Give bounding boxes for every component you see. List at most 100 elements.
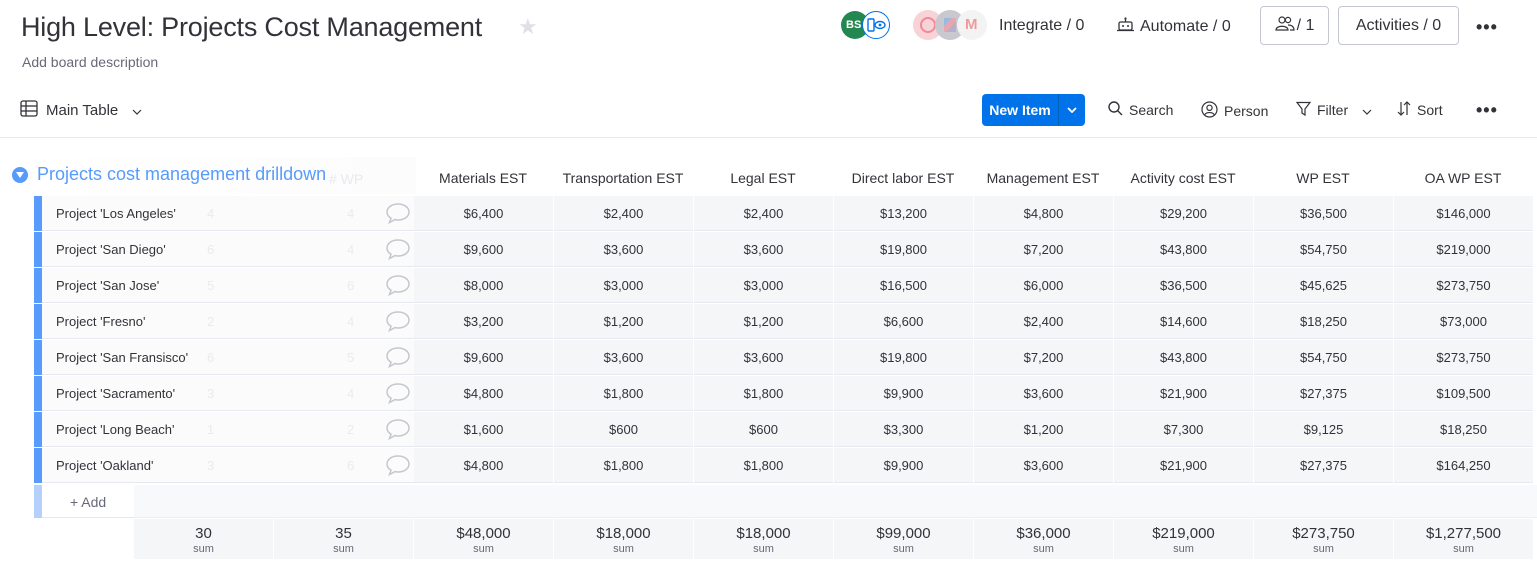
number-cell[interactable]: $27,375 xyxy=(1254,376,1393,411)
number-cell[interactable]: $109,500 xyxy=(1394,376,1533,411)
number-cell[interactable]: $4,800 xyxy=(414,376,553,411)
number-cell[interactable]: $13,200 xyxy=(834,196,973,231)
column-header[interactable]: WP EST xyxy=(1253,170,1393,186)
integrate-button[interactable]: Integrate / 0 xyxy=(999,17,1084,35)
number-cell[interactable]: $43,800 xyxy=(1114,232,1253,267)
add-item-cell[interactable]: + Add xyxy=(42,485,134,518)
column-header[interactable]: OA WP EST xyxy=(1393,170,1533,186)
number-cell[interactable]: $2,400 xyxy=(694,196,833,231)
number-cell[interactable]: $21,900 xyxy=(1114,376,1253,411)
comment-icon[interactable] xyxy=(385,310,411,337)
item-name-cell[interactable]: Project 'Long Beach' 1 2 xyxy=(42,412,416,447)
column-header[interactable]: Transportation EST xyxy=(553,170,693,186)
group-title[interactable]: Projects cost management drilldown xyxy=(37,164,326,185)
number-cell[interactable]: $27,375 xyxy=(1254,448,1393,483)
comment-icon[interactable] xyxy=(385,202,411,229)
add-item-row[interactable]: + Add xyxy=(34,485,1537,518)
number-cell[interactable]: $8,000 xyxy=(414,268,553,303)
item-name-cell[interactable]: Project 'Oakland' 3 6 xyxy=(42,448,416,483)
number-cell[interactable]: $1,200 xyxy=(554,304,693,339)
number-cell[interactable]: $3,600 xyxy=(554,232,693,267)
board-more-icon[interactable]: ••• xyxy=(1476,18,1498,36)
column-header[interactable]: Activity cost EST xyxy=(1113,170,1253,186)
number-cell[interactable]: $6,000 xyxy=(974,268,1113,303)
number-cell[interactable]: $29,200 xyxy=(1114,196,1253,231)
new-item-button[interactable]: New Item xyxy=(982,94,1085,126)
toolbar-more-icon[interactable]: ••• xyxy=(1476,101,1498,119)
view-tab-main-table[interactable]: Main Table xyxy=(20,100,142,121)
number-cell[interactable]: $3,600 xyxy=(554,340,693,375)
table-row[interactable]: Project 'San Diego' 6 4 $9,600 $3,600 $3,600 $… xyxy=(34,232,1537,267)
person-filter-button[interactable]: Person xyxy=(1201,101,1268,121)
column-header[interactable]: Management EST xyxy=(973,170,1113,186)
item-name[interactable]: Project 'San Diego' xyxy=(56,242,166,257)
board-title[interactable]: High Level: Projects Cost Management xyxy=(21,12,482,43)
number-cell[interactable]: $9,600 xyxy=(414,232,553,267)
number-cell[interactable]: $1,800 xyxy=(694,376,833,411)
chevron-down-icon[interactable] xyxy=(1059,94,1085,126)
column-header[interactable]: Direct labor EST xyxy=(833,170,973,186)
collapse-group-icon[interactable] xyxy=(12,166,28,183)
filter-button[interactable]: Filter xyxy=(1295,101,1372,119)
column-header[interactable]: Legal EST xyxy=(693,170,833,186)
number-cell[interactable]: $1,800 xyxy=(554,448,693,483)
item-name-cell[interactable]: Project 'San Diego' 6 4 xyxy=(42,232,416,267)
number-cell[interactable]: $7,200 xyxy=(974,340,1113,375)
number-cell[interactable]: $3,000 xyxy=(694,268,833,303)
item-name-cell[interactable]: Project 'San Fransisco' 6 5 xyxy=(42,340,416,375)
number-cell[interactable]: $600 xyxy=(554,412,693,447)
number-cell[interactable]: $1,800 xyxy=(554,376,693,411)
number-cell[interactable]: $18,250 xyxy=(1254,304,1393,339)
new-item-label[interactable]: New Item xyxy=(982,94,1059,126)
number-cell[interactable]: $7,300 xyxy=(1114,412,1253,447)
number-cell[interactable]: $1,600 xyxy=(414,412,553,447)
number-cell[interactable]: $36,500 xyxy=(1114,268,1253,303)
number-cell[interactable]: $21,900 xyxy=(1114,448,1253,483)
item-name[interactable]: Project 'Los Angeles' xyxy=(56,206,176,221)
number-cell[interactable]: $16,500 xyxy=(834,268,973,303)
number-cell[interactable]: $4,800 xyxy=(974,196,1113,231)
number-cell[interactable]: $146,000 xyxy=(1394,196,1533,231)
comment-icon[interactable] xyxy=(385,382,411,409)
number-cell[interactable]: $36,500 xyxy=(1254,196,1393,231)
comment-icon[interactable] xyxy=(385,418,411,445)
number-cell[interactable]: $3,200 xyxy=(414,304,553,339)
item-name-cell[interactable]: Project 'Los Angeles' 4 4 xyxy=(42,196,416,231)
number-cell[interactable]: $3,600 xyxy=(694,340,833,375)
table-row[interactable]: Project 'Sacramento' 3 4 $4,800 $1,800 $1,800… xyxy=(34,376,1537,411)
table-row[interactable]: Project 'Oakland' 3 6 $4,800 $1,800 $1,800 $9,… xyxy=(34,448,1537,483)
number-cell[interactable]: $3,000 xyxy=(554,268,693,303)
item-name[interactable]: Project 'Sacramento' xyxy=(56,386,175,401)
sort-button[interactable]: Sort xyxy=(1397,101,1443,119)
board-description[interactable]: Add board description xyxy=(22,54,158,70)
item-name[interactable]: Project 'San Jose' xyxy=(56,278,159,293)
chevron-down-icon[interactable] xyxy=(132,102,142,119)
number-cell[interactable]: $273,750 xyxy=(1394,340,1533,375)
members-button[interactable]: / 1 xyxy=(1260,6,1329,45)
item-name-cell[interactable]: Project 'Sacramento' 3 4 xyxy=(42,376,416,411)
table-row[interactable]: Project 'Fresno' 2 4 $3,200 $1,200 $1,200 $6,6… xyxy=(34,304,1537,339)
activities-button[interactable]: Activities / 0 xyxy=(1338,6,1459,45)
number-cell[interactable]: $3,600 xyxy=(694,232,833,267)
search-button[interactable]: Search xyxy=(1108,101,1173,119)
number-cell[interactable]: $19,800 xyxy=(834,340,973,375)
item-name[interactable]: Project 'San Fransisco' xyxy=(56,350,188,365)
add-item-label[interactable]: + Add xyxy=(70,494,106,510)
item-name-cell[interactable]: Project 'San Jose' 5 6 xyxy=(42,268,416,303)
number-cell[interactable]: $4,800 xyxy=(414,448,553,483)
number-cell[interactable]: $1,800 xyxy=(694,448,833,483)
item-name-cell[interactable]: Project 'Fresno' 2 4 xyxy=(42,304,416,339)
number-cell[interactable]: $54,750 xyxy=(1254,340,1393,375)
watch-board-icon[interactable] xyxy=(862,11,890,39)
number-cell[interactable]: $2,400 xyxy=(974,304,1113,339)
number-cell[interactable]: $3,600 xyxy=(974,376,1113,411)
number-cell[interactable]: $9,900 xyxy=(834,376,973,411)
number-cell[interactable]: $6,400 xyxy=(414,196,553,231)
comment-icon[interactable] xyxy=(385,274,411,301)
number-cell[interactable]: $1,200 xyxy=(974,412,1113,447)
number-cell[interactable]: $1,200 xyxy=(694,304,833,339)
number-cell[interactable]: $9,600 xyxy=(414,340,553,375)
number-cell[interactable]: $7,200 xyxy=(974,232,1113,267)
item-name[interactable]: Project 'Fresno' xyxy=(56,314,146,329)
comment-icon[interactable] xyxy=(385,454,411,481)
